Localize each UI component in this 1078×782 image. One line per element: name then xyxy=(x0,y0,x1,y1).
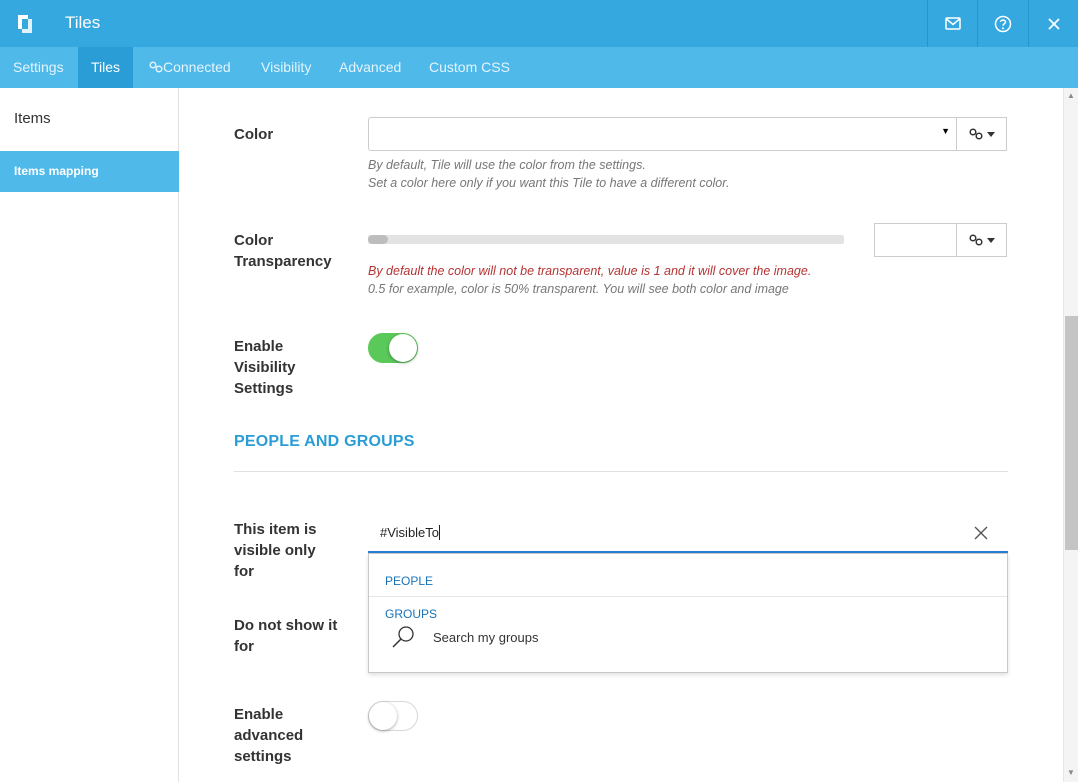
color-select[interactable]: ▼ xyxy=(368,117,957,151)
color-help-1: By default, Tile will use the color from… xyxy=(368,158,646,172)
mail-button[interactable] xyxy=(927,0,977,47)
transparency-help-red: By default the color will not be transpa… xyxy=(368,264,812,278)
not-show-label-line1: Do not show it xyxy=(234,617,338,634)
visible-for-label: This item is visible only for xyxy=(234,519,317,582)
advanced-label-line2: advanced xyxy=(234,727,304,744)
tab-bar: Settings Tiles Connected Visibility Adva… xyxy=(0,47,1078,88)
main-panel: Color ▼ By default, Tile will use the co… xyxy=(180,88,1063,782)
visible-for-value: #VisibleTo xyxy=(380,525,440,540)
transparency-slider[interactable] xyxy=(368,235,844,244)
caret-down-icon: ▼ xyxy=(941,126,950,136)
advanced-toggle[interactable] xyxy=(368,701,418,731)
visibility-toggle[interactable] xyxy=(368,333,418,363)
tab-advanced[interactable]: Advanced xyxy=(326,47,414,88)
link-icon xyxy=(968,234,983,246)
visibility-label-line2: Visibility xyxy=(234,359,296,376)
visibility-label-line3: Settings xyxy=(234,380,294,397)
help-icon xyxy=(994,15,1011,32)
tab-custom-css[interactable]: Custom CSS xyxy=(416,47,523,88)
text-cursor xyxy=(439,525,441,540)
toggle-knob xyxy=(389,334,417,362)
chevron-down-icon xyxy=(986,237,995,243)
tab-tiles[interactable]: Tiles xyxy=(78,47,134,88)
transparency-label: Color Transparency xyxy=(234,230,332,272)
search-groups-label: Search my groups xyxy=(433,630,539,645)
section-divider xyxy=(234,471,1008,472)
not-show-label: Do not show it for xyxy=(234,615,337,657)
advanced-label-line3: settings xyxy=(234,748,292,765)
transparency-link-button[interactable] xyxy=(956,223,1007,257)
not-show-label-line2: for xyxy=(234,638,254,655)
transparency-label-line1: Color xyxy=(234,232,274,249)
slider-handle[interactable] xyxy=(368,235,388,244)
mail-icon xyxy=(944,17,961,30)
transparency-label-line2: Transparency xyxy=(234,253,332,270)
color-link-button[interactable] xyxy=(956,117,1007,151)
search-icon xyxy=(392,626,414,648)
link-icon xyxy=(149,61,163,73)
transparency-help-2: 0.5 for example, color is 50% transparen… xyxy=(368,282,789,296)
tab-connected-label: Connected xyxy=(163,59,231,75)
sidebar-item-items-mapping[interactable]: Items mapping xyxy=(0,151,179,192)
color-help-2: Set a color here only if you want this T… xyxy=(368,176,730,190)
app-title: Tiles xyxy=(65,13,101,32)
close-button[interactable] xyxy=(1028,0,1078,47)
clear-icon[interactable] xyxy=(972,524,990,542)
scroll-thumb[interactable] xyxy=(1065,316,1078,550)
visibility-label-line1: Enable xyxy=(234,338,284,355)
advanced-label-line1: Enable xyxy=(234,706,284,723)
toggle-knob xyxy=(369,702,397,730)
people-dropdown: PEOPLE GROUPS Search my groups xyxy=(368,553,1008,673)
visible-for-label-line3: for xyxy=(234,563,254,580)
visibility-label: Enable Visibility Settings xyxy=(234,336,295,399)
link-icon xyxy=(968,128,983,140)
sidebar-item-items[interactable]: Items xyxy=(0,88,179,150)
visible-for-label-line2: visible only xyxy=(234,542,316,559)
close-icon xyxy=(1047,17,1060,30)
visible-for-value-wrap: #VisibleTo xyxy=(380,525,441,540)
chevron-down-icon xyxy=(986,131,995,137)
color-label: Color xyxy=(234,126,274,143)
help-button[interactable] xyxy=(977,0,1027,47)
section-title: PEOPLE AND GROUPS xyxy=(234,433,415,450)
tab-connected[interactable]: Connected xyxy=(136,47,244,88)
scroll-down-icon[interactable]: ▼ xyxy=(1067,768,1075,777)
tab-settings[interactable]: Settings xyxy=(0,47,77,88)
scroll-up-icon[interactable]: ▲ xyxy=(1067,91,1075,100)
sidebar: Items Items mapping xyxy=(0,88,179,782)
dropdown-divider xyxy=(369,596,1007,597)
visible-for-input[interactable]: #VisibleTo xyxy=(368,516,1008,553)
transparency-input[interactable] xyxy=(874,223,957,257)
advanced-label: Enable advanced settings xyxy=(234,704,303,767)
visible-for-label-line1: This item is xyxy=(234,521,317,538)
tab-visibility[interactable]: Visibility xyxy=(248,47,324,88)
top-bar: Tiles xyxy=(0,0,1078,47)
logo-icon xyxy=(0,0,49,47)
dropdown-people-header[interactable]: PEOPLE xyxy=(385,574,433,588)
dropdown-groups-header[interactable]: GROUPS xyxy=(385,607,437,621)
scrollbar[interactable]: ▲ ▼ xyxy=(1063,88,1078,782)
search-groups-option[interactable]: Search my groups xyxy=(391,624,691,650)
